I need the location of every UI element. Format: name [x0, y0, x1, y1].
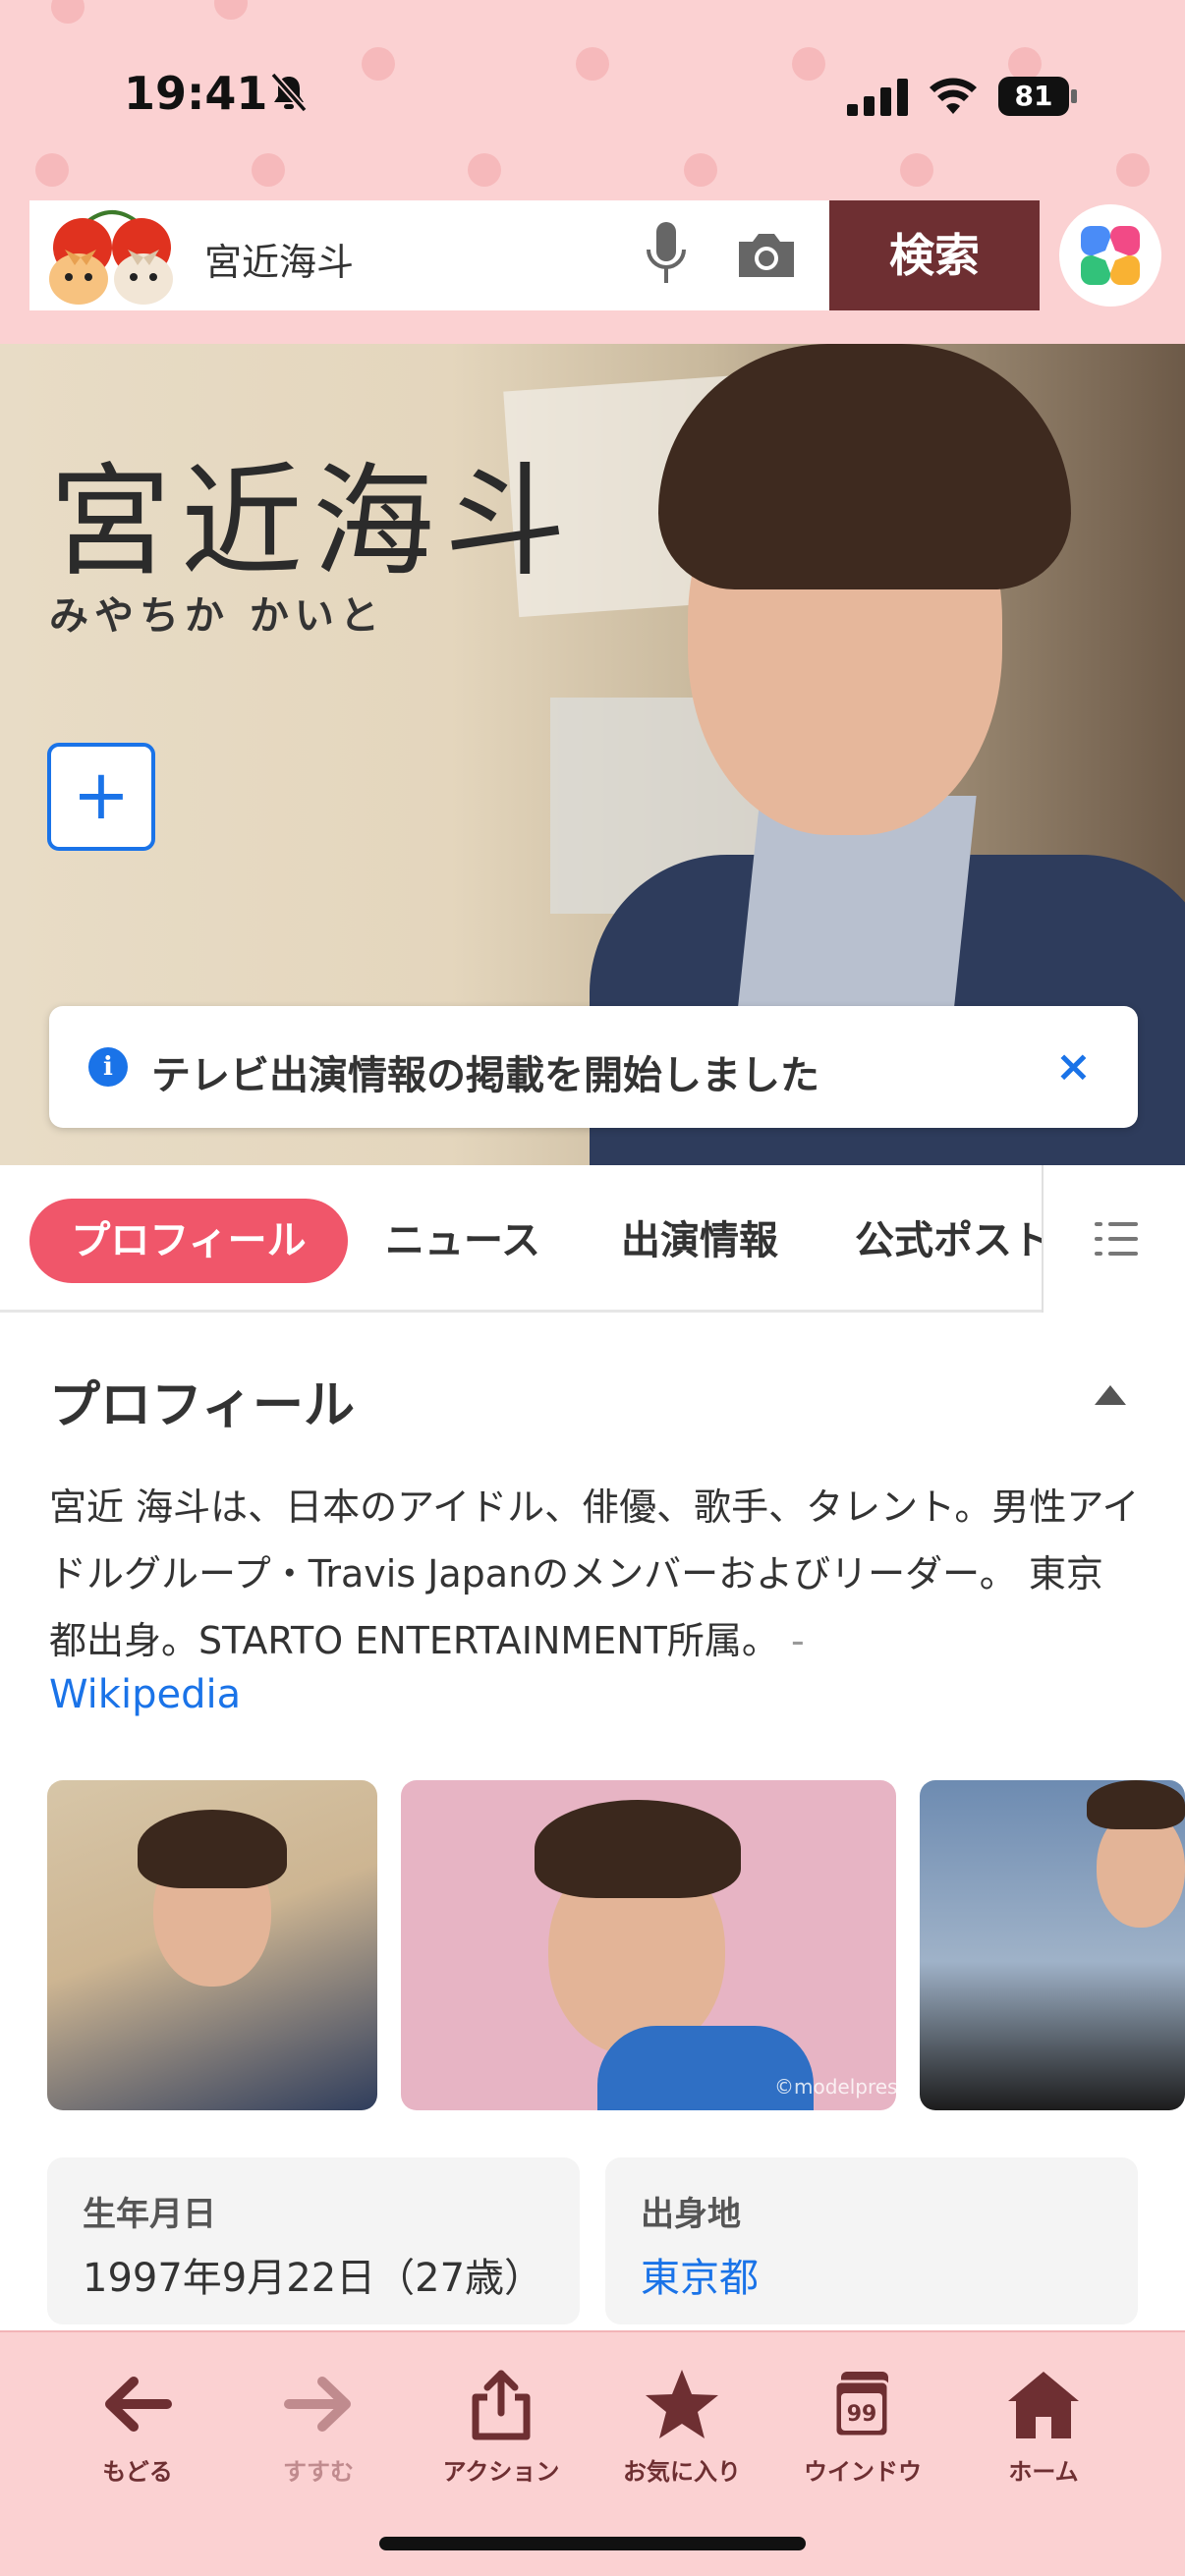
tab-official-posts[interactable]: 公式ポスト [855, 1199, 1042, 1283]
back-label: もどる [102, 2458, 173, 2486]
fact-label: 生年月日 [83, 2195, 216, 2234]
fact-label: 出身地 [641, 2195, 741, 2234]
decor-dot [35, 153, 69, 187]
photo-watermark: ©modelpress [774, 2075, 896, 2099]
microphone-icon[interactable] [643, 222, 690, 289]
decor-dot [468, 153, 501, 187]
back-button[interactable]: もどる [59, 2368, 216, 2487]
window-label: ウインドウ [804, 2458, 922, 2486]
status-time: 19:41 [124, 67, 268, 120]
wikipedia-link[interactable]: Wikipedia [49, 1672, 241, 1717]
decor-dot [1116, 153, 1150, 187]
search-query: 宮近海斗 [204, 241, 355, 284]
profile-photo[interactable] [920, 1780, 1185, 2110]
hero-name-reading: みやちか かいと [49, 593, 385, 639]
profile-photo[interactable] [47, 1780, 377, 2110]
assistant-button[interactable] [1059, 204, 1161, 307]
forward-label: すすむ [283, 2458, 354, 2486]
tab-profile[interactable]: プロフィール [29, 1199, 348, 1283]
list-icon [1095, 1237, 1102, 1241]
decor-dot [684, 153, 717, 187]
add-button[interactable]: + [47, 743, 155, 851]
cherry-cats-logo [49, 210, 173, 305]
home-icon [1008, 2372, 1079, 2438]
info-icon: i [88, 1047, 128, 1087]
ai-assistant-icon [1081, 226, 1140, 285]
fact-card-birthdate: 生年月日 1997年9月22日（27歳） [47, 2157, 580, 2324]
list-icon [1095, 1252, 1102, 1256]
home-label: ホーム [1008, 2458, 1079, 2486]
photo-hair [1087, 1780, 1185, 1829]
profile-description: 宮近 海斗は、日本のアイドル、俳優、歌手、タレント。男性アイドルグループ・Tra… [49, 1474, 1140, 1674]
collapse-caret-icon[interactable] [1095, 1385, 1126, 1405]
wifi-icon [930, 78, 977, 114]
search-button[interactable]: 検索 [829, 200, 1040, 310]
decor-dot [51, 0, 85, 24]
decor-dot [252, 153, 285, 187]
decor-dot [214, 0, 248, 20]
photo-hair [138, 1810, 287, 1888]
section-title: プロフィール [49, 1376, 355, 1435]
battery-level: 81 [998, 77, 1069, 116]
fact-card-birthplace: 出身地 東京都 [605, 2157, 1138, 2324]
close-icon[interactable]: × [1055, 1041, 1092, 1092]
decor-dot [362, 47, 395, 81]
hero-name: 宮近海斗 [49, 452, 577, 593]
home-indicator[interactable] [379, 2537, 806, 2550]
source-separator: - [790, 1619, 805, 1662]
forward-arrow-icon [284, 2377, 351, 2432]
back-arrow-icon [105, 2377, 172, 2432]
battery-nub [1071, 89, 1077, 103]
list-icon [1095, 1222, 1102, 1226]
tab-news[interactable]: ニュース [385, 1199, 540, 1283]
camera-icon[interactable] [735, 230, 798, 281]
list-icon [1108, 1252, 1138, 1256]
bell-off-icon [270, 72, 308, 113]
action-button[interactable]: アクション [423, 2368, 580, 2487]
action-label: アクション [442, 2458, 560, 2486]
battery-indicator: 81 [998, 77, 1077, 116]
photo-hair [535, 1800, 741, 1898]
window-button[interactable]: 99 ウインドウ [784, 2368, 941, 2487]
notice-text: テレビ出演情報の掲載を開始しました [151, 1053, 819, 1098]
hero-portrait-hair [658, 344, 1071, 589]
description-text: 宮近 海斗は、日本のアイドル、俳優、歌手、タレント。男性アイドルグループ・Tra… [49, 1485, 1140, 1662]
list-icon [1108, 1237, 1138, 1241]
decor-dot [576, 47, 609, 81]
share-icon [472, 2370, 531, 2440]
notice-banner: i テレビ出演情報の掲載を開始しました × [49, 1006, 1138, 1128]
profile-photo[interactable]: ©modelpress [401, 1780, 896, 2110]
star-icon [646, 2370, 718, 2438]
tab-bar: プロフィール ニュース 出演情報 公式ポスト [0, 1165, 1185, 1313]
decor-dot [1008, 47, 1042, 81]
fact-value: 1997年9月22日（27歳） [83, 2256, 544, 2301]
favorites-label: お気に入り [623, 2458, 741, 2486]
tab-menu-button[interactable] [1042, 1165, 1185, 1313]
cellular-signal-icon [847, 79, 908, 116]
favorites-button[interactable]: お気に入り [603, 2368, 761, 2487]
birthplace-link[interactable]: 東京都 [641, 2246, 759, 2303]
decor-dot [900, 153, 933, 187]
windows-icon: 99 [833, 2372, 890, 2438]
forward-button[interactable]: すすむ [240, 2368, 397, 2487]
home-button[interactable]: ホーム [965, 2368, 1122, 2487]
tab-appearances[interactable]: 出演情報 [621, 1199, 778, 1283]
window-count: 99 [847, 2402, 877, 2427]
list-icon [1108, 1222, 1138, 1226]
decor-dot [792, 47, 825, 81]
